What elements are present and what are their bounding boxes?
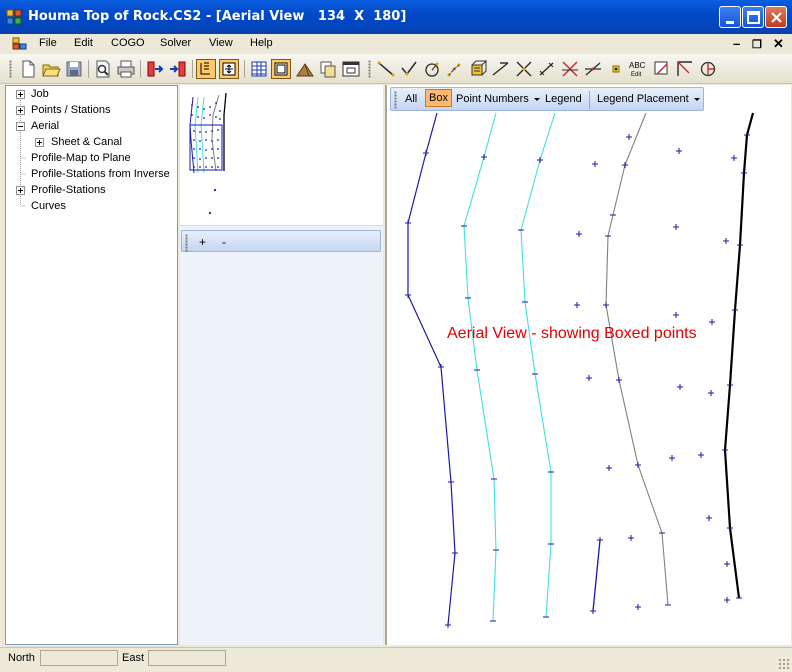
north-label: North [8,652,35,664]
zoom-in-button[interactable]: + [199,235,206,249]
toolbar-separator [244,60,245,78]
mdi-minimize-button[interactable]: – [733,36,740,51]
point-icon[interactable] [606,59,626,79]
menu-file[interactable]: File [39,37,57,49]
minimize-icon [726,21,734,24]
gray-breakline [605,112,669,606]
tree-item-points-stations[interactable]: Points / Stations [31,104,111,116]
blue-breakline [407,112,456,626]
tree-expander[interactable] [16,186,25,195]
cube-icon[interactable] [468,59,488,79]
print-preview-icon[interactable] [93,59,113,79]
tree-item-profile-stations-from-inverse[interactable]: Profile-Stations from Inverse [31,168,170,180]
offset-icon[interactable] [491,59,511,79]
abc-edit-icon: ABC Edit [629,61,646,78]
mdi-restore-button[interactable]: ❐ [752,38,762,51]
polyline-icon[interactable] [675,59,695,79]
menu-bar: File Edit COGO Solver View Help – ❐ ✕ [0,34,792,54]
tree-expander[interactable] [35,138,44,147]
select-icon[interactable] [652,59,672,79]
new-icon[interactable] [18,59,38,79]
menu-view[interactable]: View [209,37,233,49]
zoom-toolbar: + - [181,230,381,252]
tree-collapser[interactable] [16,122,25,131]
x-point-icon[interactable] [560,59,580,79]
cyan-breakline-1 [463,112,497,622]
tree-item-job[interactable]: Job [31,88,49,100]
grid-icon[interactable] [249,59,269,79]
tree-item-profile-stations[interactable]: Profile-Stations [31,184,106,196]
toolbar-grip[interactable] [368,60,371,78]
circle-icon[interactable] [698,59,718,79]
line-icon[interactable] [376,59,396,79]
app-icon[interactable] [6,9,22,25]
tree-expander[interactable] [16,106,25,115]
tree-item-sheet-canal[interactable]: Sheet & Canal [51,136,122,148]
menu-cogo[interactable]: COGO [111,37,145,49]
mdi-child-icon[interactable] [12,37,28,51]
maximize-icon [747,11,760,24]
menu-edit[interactable]: Edit [74,37,93,49]
svg-text:ABC: ABC [629,61,646,70]
curve-icon[interactable] [422,59,442,79]
survey-points [405,134,750,628]
edit-icon [200,62,210,75]
aerial-drawing [405,112,755,628]
toolbar-grip[interactable] [185,234,188,252]
window-title: Houma Top of Rock.CS2 - [Aerial View 134… [28,9,407,24]
minimize-button[interactable] [719,6,741,28]
menu-solver[interactable]: Solver [160,37,191,49]
svg-text:Edit: Edit [631,72,642,78]
export-icon[interactable] [168,59,188,79]
aerial-annotation: Aerial View - showing Boxed points [447,325,697,342]
aerial-view-canvas[interactable]: All Box Point Numbers Legend Legend Plac… [385,85,791,645]
layout-button[interactable] [271,59,291,79]
tree-item-aerial[interactable]: Aerial [31,120,59,132]
zoom-extents-button[interactable] [219,59,239,79]
east-label: East [122,652,145,664]
zoom-out-button[interactable]: - [222,235,226,249]
close-icon [771,12,782,23]
print-icon[interactable] [116,59,136,79]
mdi-close-button[interactable]: ✕ [773,36,784,52]
cyan-breakline-2 [520,112,556,618]
maximize-button[interactable] [742,6,764,28]
open-icon[interactable] [41,59,61,79]
save-icon[interactable] [64,59,84,79]
menu-help[interactable]: Help [250,37,273,49]
toolbar-separator [192,60,193,78]
east-value [148,650,226,666]
tree-expander[interactable] [16,90,25,99]
toolbar-separator [140,60,141,78]
points-icon[interactable] [445,59,465,79]
intersect-icon[interactable] [514,59,534,79]
abc-edit-button[interactable]: ABC Edit [629,59,649,79]
overview-drawing [189,92,227,215]
title-bar: Houma Top of Rock.CS2 - [Aerial View 134… [0,0,792,34]
overview-pane: + - [180,85,383,645]
import-icon[interactable] [145,59,165,79]
angle-icon[interactable] [583,59,603,79]
status-bar: North East [0,647,792,672]
window-icon[interactable] [341,59,361,79]
toolbar-separator [88,60,89,78]
black-breakline [723,112,755,599]
blue-segment [592,539,601,612]
close-button[interactable] [765,6,787,28]
toolbar-grip[interactable] [9,60,12,78]
check-line-icon[interactable] [399,59,419,79]
surface-icon[interactable] [295,59,315,79]
north-value [40,650,118,666]
zoom-extents-icon [222,62,236,76]
edit-mode-button[interactable] [196,59,216,79]
resize-grip[interactable] [778,658,790,670]
copy-icon[interactable] [318,59,338,79]
layout-icon [274,62,288,76]
tree-item-profile-map-to-plane[interactable]: Profile-Map to Plane [31,152,131,164]
project-tree[interactable]: Job Points / Stations Aerial Sheet & Can… [5,85,178,645]
main-toolbar: ABC Edit [0,54,792,84]
overview-map[interactable] [180,85,383,226]
tree-item-curves[interactable]: Curves [31,200,66,212]
measure-icon[interactable] [537,59,557,79]
